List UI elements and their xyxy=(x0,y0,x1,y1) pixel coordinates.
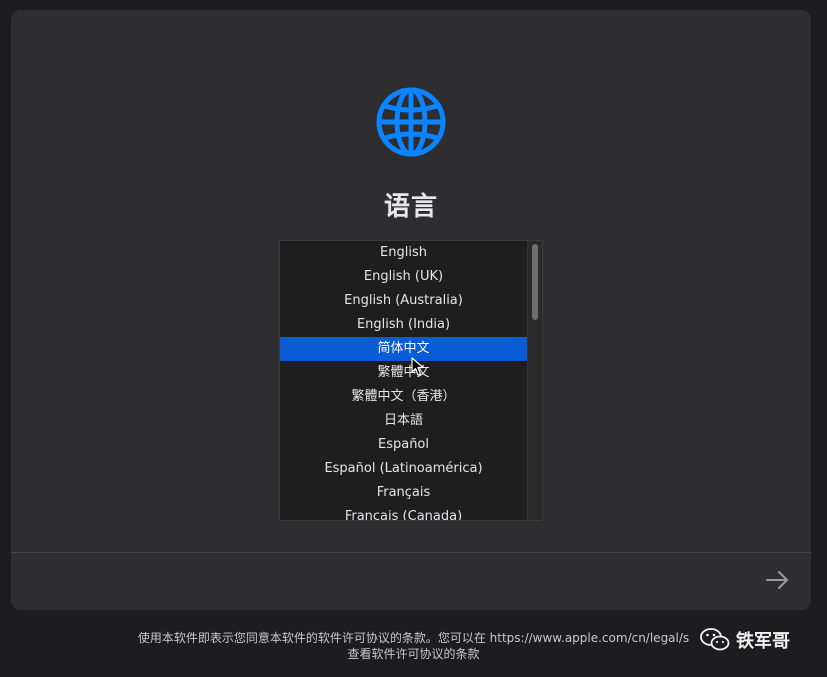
watermark: 铁军哥 xyxy=(700,626,790,654)
language-option[interactable]: English (India) xyxy=(280,313,527,337)
globe-icon xyxy=(376,87,446,157)
continue-button[interactable] xyxy=(763,568,791,592)
scrollbar[interactable] xyxy=(527,241,542,520)
language-option[interactable]: 繁體中文 xyxy=(280,361,527,385)
language-option[interactable]: 简体中文 xyxy=(280,337,527,361)
language-list-items: English English (UK) English (Australia) En… xyxy=(280,241,527,520)
mouse-pointer-icon xyxy=(411,357,424,376)
language-option[interactable]: English (Australia) xyxy=(280,289,527,313)
language-option[interactable]: Español xyxy=(280,433,527,457)
language-option[interactable]: Español (Latinoamérica) xyxy=(280,457,527,481)
page-title: 语言 xyxy=(383,192,438,222)
setup-window: 语言 English English (UK) English (Australia… xyxy=(11,10,811,610)
language-option[interactable]: Français (Canada) xyxy=(280,505,527,520)
wechat-icon xyxy=(700,628,730,651)
arrow-right-icon xyxy=(766,571,788,589)
language-option[interactable]: 繁體中文（香港） xyxy=(280,385,527,409)
language-option[interactable]: English (UK) xyxy=(280,265,527,289)
scrollbar-thumb[interactable] xyxy=(532,244,538,320)
language-option[interactable]: Français xyxy=(280,481,527,505)
watermark-text: 铁军哥 xyxy=(736,631,790,652)
language-list[interactable]: English English (UK) English (Australia) En… xyxy=(279,240,543,521)
footer-divider xyxy=(11,552,811,553)
language-option[interactable]: 日本語 xyxy=(280,409,527,433)
language-option[interactable]: English xyxy=(280,241,527,265)
screen: 语言 English English (UK) English (Australia… xyxy=(0,0,827,677)
